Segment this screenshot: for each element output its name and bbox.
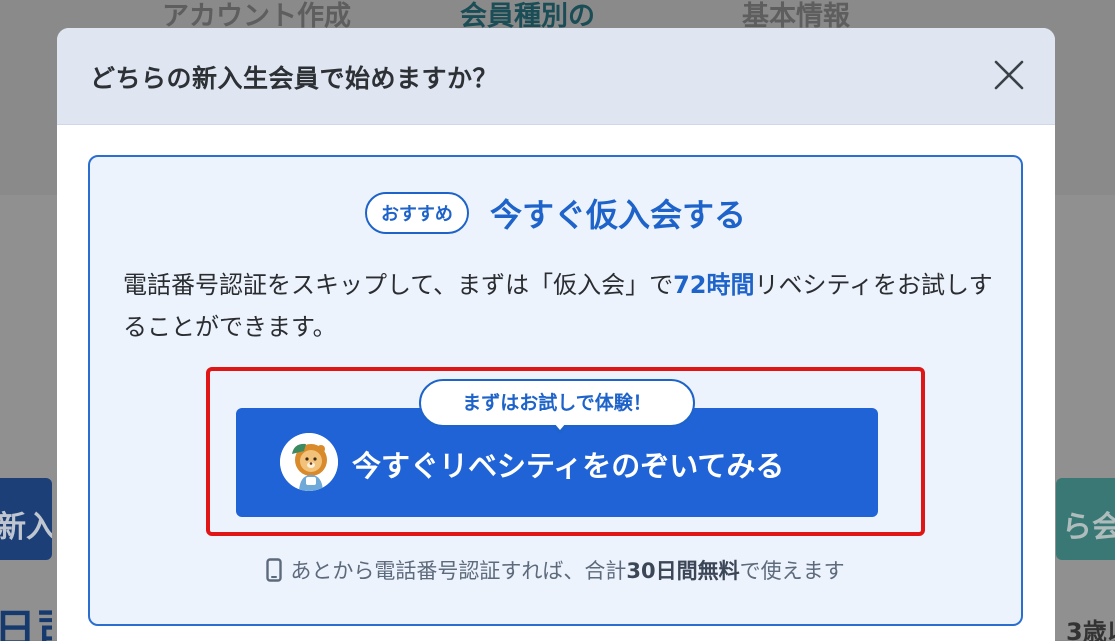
trial-duration: 72時間 bbox=[673, 271, 755, 299]
lion-mascot-icon bbox=[280, 433, 338, 491]
modal-title: どちらの新入生会員で始めますか？ bbox=[90, 64, 499, 93]
member-type-modal: どちらの新入生会員で始めますか？ おすすめ 今すぐ仮入会する 電話番号認証をスキ… bbox=[57, 28, 1055, 641]
background-right-button: ら会員 bbox=[1056, 478, 1115, 560]
tooltip-arrow-inner bbox=[554, 423, 566, 430]
modal-header: どちらの新入生会員で始めますか？ bbox=[57, 28, 1055, 125]
background-left-button: 新入 bbox=[0, 478, 52, 560]
close-icon[interactable] bbox=[989, 55, 1029, 95]
background-right-fragment: 3歳以 bbox=[1066, 618, 1115, 641]
free-period: 30日間無料 bbox=[626, 559, 740, 583]
free-trial-note: あとから電話番号認証すれば、合計30日間無料で使えます bbox=[90, 555, 1021, 587]
background-left-fragment: 日司 bbox=[0, 605, 52, 641]
card-title: 今すぐ仮入会する bbox=[490, 196, 747, 234]
card-description: 電話番号認証をスキップして、まずは「仮入会」で72時間リベシティをお試しすること… bbox=[123, 271, 993, 341]
smartphone-icon bbox=[266, 557, 283, 587]
trial-membership-card: おすすめ 今すぐ仮入会する 電話番号認証をスキップして、まずは「仮入会」で72時… bbox=[88, 155, 1023, 626]
trial-tooltip: まずはお試しで体験！ bbox=[419, 379, 695, 427]
try-now-button-label: 今すぐリベシティをのぞいてみる bbox=[352, 449, 785, 483]
recommended-badge: おすすめ bbox=[364, 192, 469, 234]
card-heading: おすすめ 今すぐ仮入会する bbox=[90, 190, 1021, 236]
